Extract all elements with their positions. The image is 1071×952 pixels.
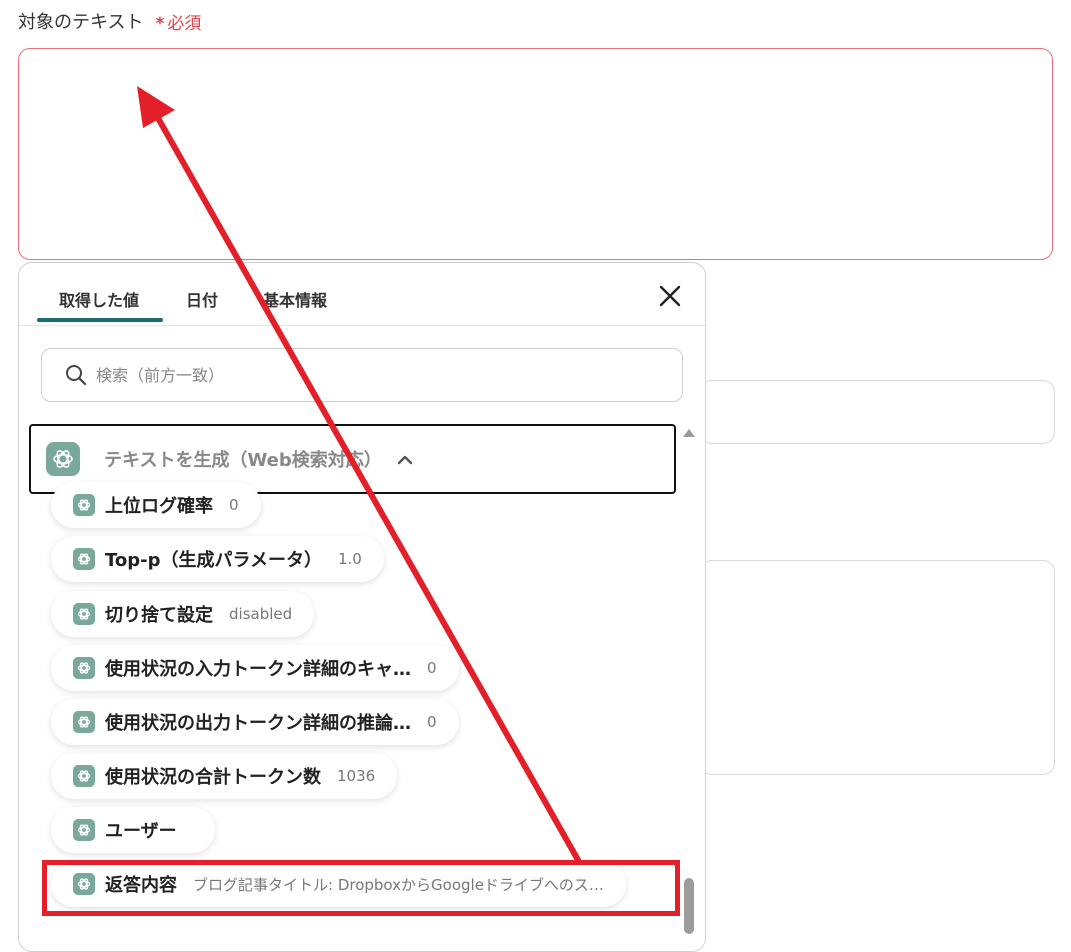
active-tab-indicator: [37, 318, 163, 322]
target-text-input[interactable]: [18, 48, 1053, 260]
chatgpt-icon: [73, 765, 95, 787]
value-list-item[interactable]: ユーザー: [51, 807, 215, 853]
search-input[interactable]: [94, 364, 658, 386]
tab-bar: 取得した値 日付 基本情報: [19, 263, 705, 326]
chatgpt-icon: [73, 494, 95, 516]
chatgpt-icon: [73, 548, 95, 570]
field-label: 対象のテキスト * 必須: [18, 8, 201, 34]
chatgpt-icon: [46, 442, 80, 476]
chatgpt-icon: [73, 819, 95, 841]
chevron-up-icon[interactable]: [396, 453, 414, 465]
close-icon[interactable]: [657, 283, 683, 309]
value-list-item-label: 使用状況の合計トークン数: [105, 767, 321, 788]
value-list-item-label: 使用状況の出力トークン詳細の推論…: [105, 713, 411, 734]
value-list-item-label: Top-p（生成パラメータ）: [105, 550, 322, 571]
value-list-item-label: 上位ログ確率: [105, 496, 213, 517]
tab-date[interactable]: 日付: [186, 287, 218, 311]
value-list-item[interactable]: 切り捨て設定 disabled: [51, 591, 315, 637]
tab-acquired-values[interactable]: 取得した値: [59, 287, 139, 311]
value-list-item-value: disabled: [229, 605, 293, 623]
chatgpt-icon: [73, 603, 95, 625]
required-badge: * 必須: [155, 9, 201, 34]
value-list-item[interactable]: 上位ログ確率 0: [51, 482, 261, 528]
search-icon: [66, 365, 87, 386]
value-list-item-value: ブログ記事タイトル: DropboxからGoogleドライブへのス…: [193, 875, 604, 894]
tab-basic-info[interactable]: 基本情報: [263, 287, 327, 311]
value-list-item-value: 0: [229, 496, 239, 514]
search-box: [41, 348, 683, 402]
value-list-item-label: ユーザー: [105, 821, 177, 842]
chatgpt-icon: [73, 657, 95, 679]
background-input-field[interactable]: [700, 380, 1055, 444]
field-label-text: 対象のテキスト: [18, 12, 144, 33]
value-list-item-value: 1036: [337, 767, 376, 785]
background-textarea-field[interactable]: [700, 560, 1055, 775]
value-list-item[interactable]: 使用状況の出力トークン詳細の推論… 0: [51, 699, 459, 745]
required-asterisk: *: [155, 13, 165, 34]
value-list-item[interactable]: 返答内容 ブログ記事タイトル: DropboxからGoogleドライブへのス…: [51, 861, 626, 907]
chatgpt-icon: [73, 873, 95, 895]
value-picker-panel: 取得した値 日付 基本情報 テキストを生成（Web検索対応）: [18, 262, 706, 952]
value-list-item-value: 0: [427, 659, 437, 677]
chatgpt-icon: [73, 711, 95, 733]
value-list-item[interactable]: 使用状況の合計トークン数 1036: [51, 753, 398, 799]
value-list-item-label: 返答内容: [105, 875, 177, 896]
value-list-item-label: 使用状況の入力トークン詳細のキャ…: [105, 659, 411, 680]
scroll-up-arrow-icon[interactable]: [683, 429, 695, 437]
value-list-item-value: 0: [427, 713, 437, 731]
required-text: 必須: [167, 13, 202, 34]
value-list-item[interactable]: 使用状況の入力トークン詳細のキャ… 0: [51, 645, 459, 691]
scrollbar-thumb[interactable]: [684, 878, 694, 934]
group-title: テキストを生成（Web検索対応）: [104, 450, 382, 471]
value-list-item-label: 切り捨て設定: [105, 605, 213, 626]
value-list-item[interactable]: Top-p（生成パラメータ） 1.0: [51, 536, 384, 582]
value-list-item-value: 1.0: [337, 550, 362, 568]
